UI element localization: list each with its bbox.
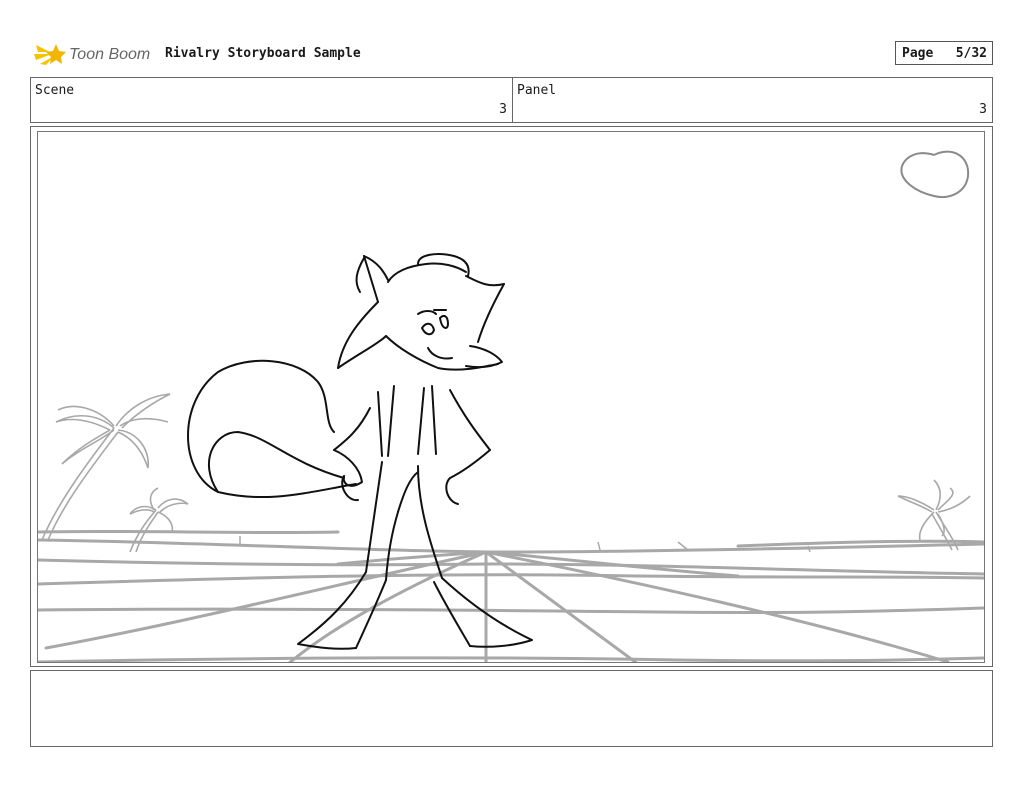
- storyboard-sketch: [38, 150, 984, 662]
- palm-tree-left: [41, 393, 171, 541]
- ground-lines: [38, 529, 984, 662]
- panel-number: 3: [979, 102, 987, 117]
- page-indicator: Page 5/32: [895, 41, 993, 65]
- palm-tree-right: [897, 479, 971, 551]
- panel-drawing-area: [37, 131, 985, 663]
- scene-panel-info: Scene 3 Panel 3: [30, 77, 993, 123]
- panel-cell: Panel 3: [513, 78, 992, 122]
- scene-number: 3: [499, 102, 507, 117]
- sun-sketch: [900, 150, 970, 198]
- scene-label: Scene: [35, 83, 75, 98]
- scene-cell: Scene 3: [31, 78, 513, 122]
- fox-character-sketch: [187, 253, 533, 650]
- storyboard-header: Toon Boom Rivalry Storyboard Sample Page…: [30, 40, 994, 68]
- toon-boom-logo: Toon Boom: [34, 44, 150, 65]
- panel-label: Panel: [517, 83, 557, 98]
- logo-star-icon: [34, 44, 66, 65]
- panel-notes: [30, 670, 993, 747]
- page-label: Page: [902, 46, 934, 61]
- document-title: Rivalry Storyboard Sample: [165, 46, 361, 61]
- page-number: 5/32: [955, 46, 987, 61]
- logo-text: Toon Boom: [69, 46, 150, 63]
